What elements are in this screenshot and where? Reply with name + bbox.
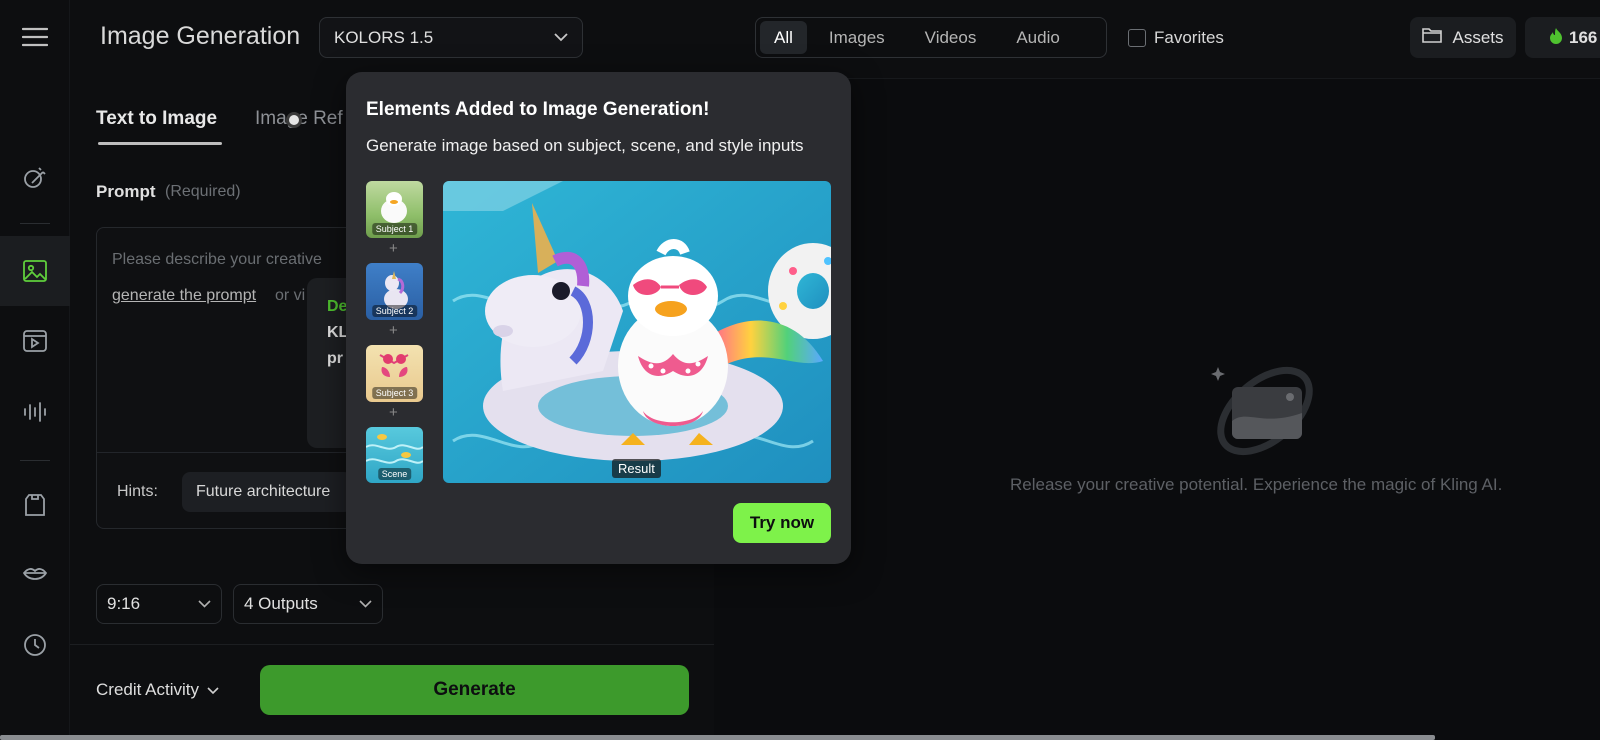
model-select-value: KOLORS 1.5: [334, 27, 434, 47]
generate-prompt-link[interactable]: generate the prompt: [112, 287, 256, 305]
outputs-select[interactable]: 4 Outputs: [233, 584, 383, 624]
outputs-value: 4 Outputs: [244, 594, 318, 613]
divider: [70, 644, 714, 645]
popup-title: Elements Added to Image Generation!: [366, 99, 710, 120]
video-generation-icon[interactable]: [0, 306, 70, 376]
audio-generation-icon[interactable]: [0, 377, 70, 447]
result-image: [443, 181, 831, 483]
empty-state-text: Release your creative potential. Experie…: [1010, 475, 1503, 494]
credit-activity-dropdown[interactable]: Credit Activity: [96, 680, 219, 700]
horizontal-scrollbar[interactable]: [0, 735, 1435, 740]
filter-tab-audio[interactable]: Audio: [998, 21, 1077, 54]
prompt-placeholder-cont: or vi: [275, 287, 306, 304]
filter-tab-images[interactable]: Images: [811, 21, 903, 54]
assets-label: Assets: [1452, 27, 1504, 47]
filter-tab-videos[interactable]: Videos: [907, 21, 995, 54]
chevron-down-icon: [554, 31, 568, 45]
menu-icon[interactable]: [0, 2, 70, 72]
aspect-ratio-select[interactable]: 9:16: [96, 584, 222, 624]
folder-icon: [1422, 27, 1443, 48]
hints-label: Hints:: [117, 483, 158, 500]
plus-icon: +: [389, 240, 398, 257]
empty-state-icon: [1211, 366, 1313, 456]
tooltip-line-3: pr: [327, 350, 343, 367]
credits-badge[interactable]: 166: [1525, 17, 1600, 58]
plus-icon: +: [389, 322, 398, 339]
thumb-subject-1: Subject 1: [366, 181, 423, 238]
thumb-caption: Subject 3: [371, 387, 418, 399]
thumb-caption: Scene: [377, 468, 412, 480]
tooltip-line-1: De: [327, 298, 348, 315]
favorites-label: Favorites: [1154, 28, 1224, 47]
favorites-toggle[interactable]: Favorites: [1128, 28, 1224, 48]
prompt-placeholder: Please describe your creative: [112, 251, 322, 268]
thumb-scene: Scene: [366, 427, 423, 483]
chevron-down-icon: [198, 597, 211, 611]
favorites-checkbox[interactable]: [1128, 29, 1146, 47]
model-select[interactable]: KOLORS 1.5: [319, 17, 583, 58]
lip-sync-icon[interactable]: [0, 540, 70, 610]
left-rail: [0, 0, 70, 740]
result-caption: Result: [612, 459, 661, 478]
thumb-caption: Subject 2: [371, 305, 418, 317]
image-generation-icon[interactable]: [0, 236, 70, 306]
ai-draw-icon[interactable]: [0, 143, 70, 213]
filter-tab-all[interactable]: All: [760, 21, 807, 54]
prompt-required-note: (Required): [165, 183, 241, 200]
try-now-button[interactable]: Try now: [733, 503, 831, 543]
chevron-down-icon: [207, 680, 219, 700]
result-illustration: [443, 181, 831, 483]
thumb-caption: Subject 1: [371, 223, 418, 235]
popup-subtitle: Generate image based on subject, scene, …: [366, 136, 804, 155]
credits-count: 166: [1569, 27, 1598, 47]
chevron-down-icon: [359, 597, 372, 611]
page-title: Image Generation: [100, 22, 301, 50]
hint-chip[interactable]: Future architecture: [182, 472, 352, 512]
assets-button[interactable]: Assets: [1410, 17, 1516, 58]
credit-activity-label: Credit Activity: [96, 680, 199, 699]
plus-icon: +: [389, 404, 398, 421]
thumb-subject-3: Subject 3: [366, 345, 423, 402]
generate-button[interactable]: Generate: [260, 665, 689, 715]
filter-tabs: All Images Videos Audio: [755, 17, 1107, 58]
flame-icon: [1549, 27, 1563, 49]
mouse-cursor: [286, 112, 302, 128]
prompt-label: Prompt: [96, 182, 156, 201]
aspect-ratio-value: 9:16: [107, 594, 141, 613]
thumb-subject-2: Subject 2: [366, 263, 423, 320]
tab-text-to-image[interactable]: Text to Image: [96, 108, 217, 130]
history-icon[interactable]: [0, 610, 70, 680]
try-on-icon[interactable]: [0, 470, 70, 540]
active-tab-underline: [98, 142, 222, 145]
